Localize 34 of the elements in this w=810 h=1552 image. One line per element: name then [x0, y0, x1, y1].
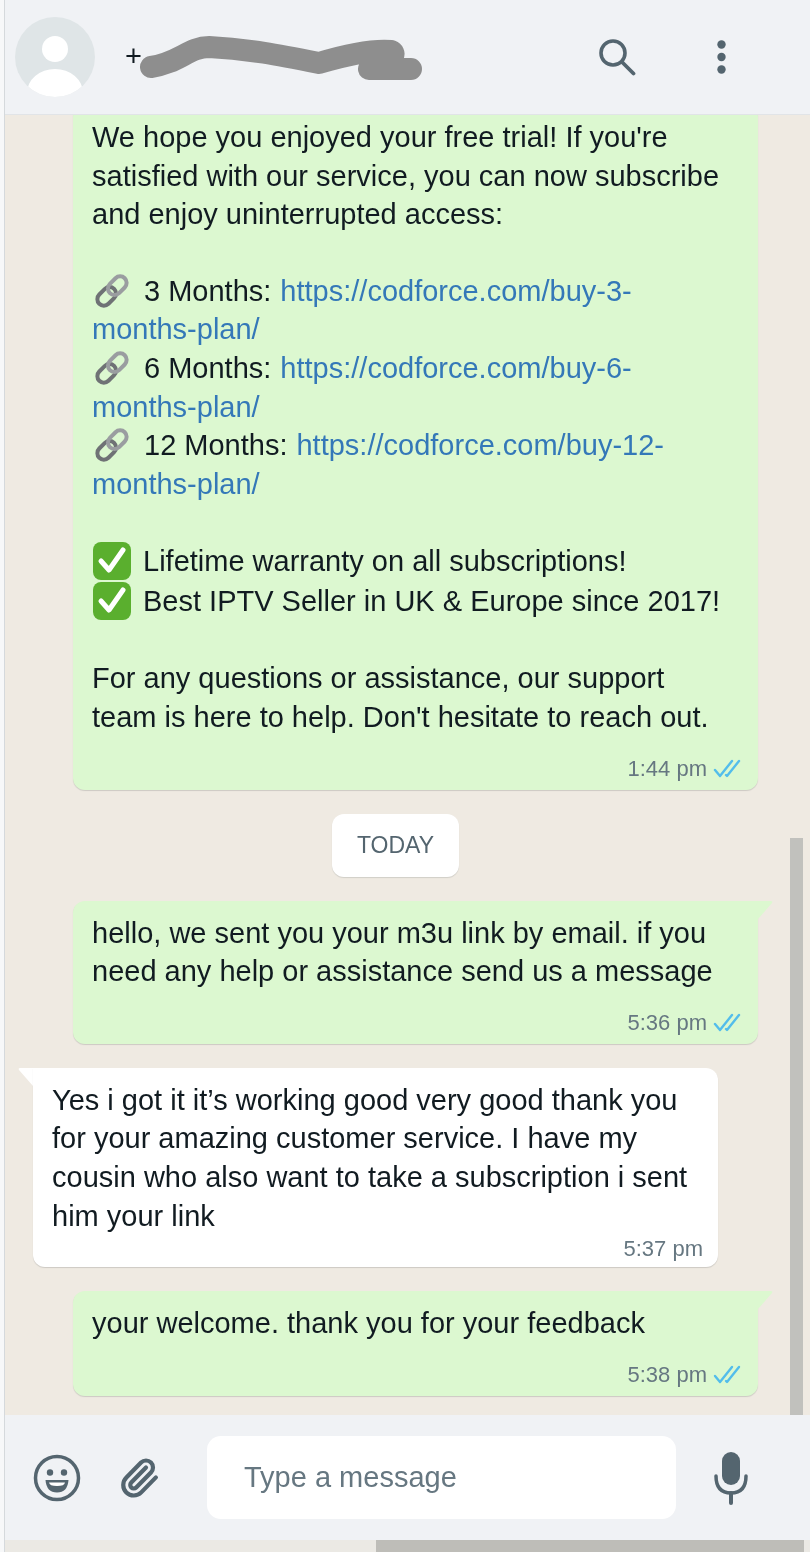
plan-link[interactable]: https://codforce.com/buy-3-: [280, 271, 632, 311]
message-text: For any questions or assistance, our support team is here to help. Don't hesitate to reach out.: [92, 661, 710, 735]
menu-icon: [716, 40, 726, 74]
scrollbar-thumb[interactable]: [790, 838, 803, 1415]
check-box-icon: [92, 541, 132, 582]
horizontal-scrollbar-thumb[interactable]: [376, 1540, 804, 1552]
message-text: Yes i got it it’s working good very good thank you for your amazing customer service. I have my cousin who also want to take a subscription i sent him your link: [52, 1082, 689, 1234]
search-button[interactable]: [597, 37, 637, 77]
plan-link[interactable]: https://codforce.com/buy-6-: [280, 348, 632, 388]
plan-label: 3 Months:: [144, 273, 272, 309]
message-input[interactable]: Type a message: [207, 1436, 676, 1519]
plan-link[interactable]: months-plan/: [92, 387, 260, 427]
checklist-text: Lifetime warranty on all subscriptions!: [143, 544, 627, 580]
microphone-icon: [713, 1450, 749, 1505]
message-time: 5:38 pm: [627, 1361, 707, 1390]
message-text: hello, we sent you your m3u link by email. if you need any help or assistance send us a message: [92, 915, 714, 990]
message-time: 5:36 pm: [627, 1009, 707, 1038]
checklist-text: Best IPTV Seller in UK & Europe since 2017!: [143, 584, 721, 620]
message-text: your welcome. thank you for your feedback: [92, 1306, 646, 1342]
plan-label: 12 Months:: [144, 428, 288, 464]
message-text: We hope you enjoyed your free trial! If you're satisfied with our service, you can now subscribe and enjoy uninterrupted access:: [92, 120, 720, 233]
message-time: 5:37 pm: [623, 1234, 703, 1263]
plan-link[interactable]: https://codforce.com/buy-12-: [296, 426, 664, 465]
plan-link[interactable]: months-plan/: [92, 310, 260, 349]
paperclip-icon: [118, 1456, 160, 1499]
plan-link[interactable]: months-plan/: [92, 464, 260, 504]
message-time: 1:44 pm: [627, 755, 707, 784]
search-icon: [598, 38, 636, 76]
emoji-button[interactable]: [33, 1453, 81, 1502]
contact-name[interactable]: +: [125, 35, 142, 79]
voice-button[interactable]: [713, 1450, 749, 1505]
smiley-icon: [33, 1453, 81, 1502]
plan-label: 6 Months:: [144, 350, 272, 386]
check-box-icon: [92, 581, 132, 622]
